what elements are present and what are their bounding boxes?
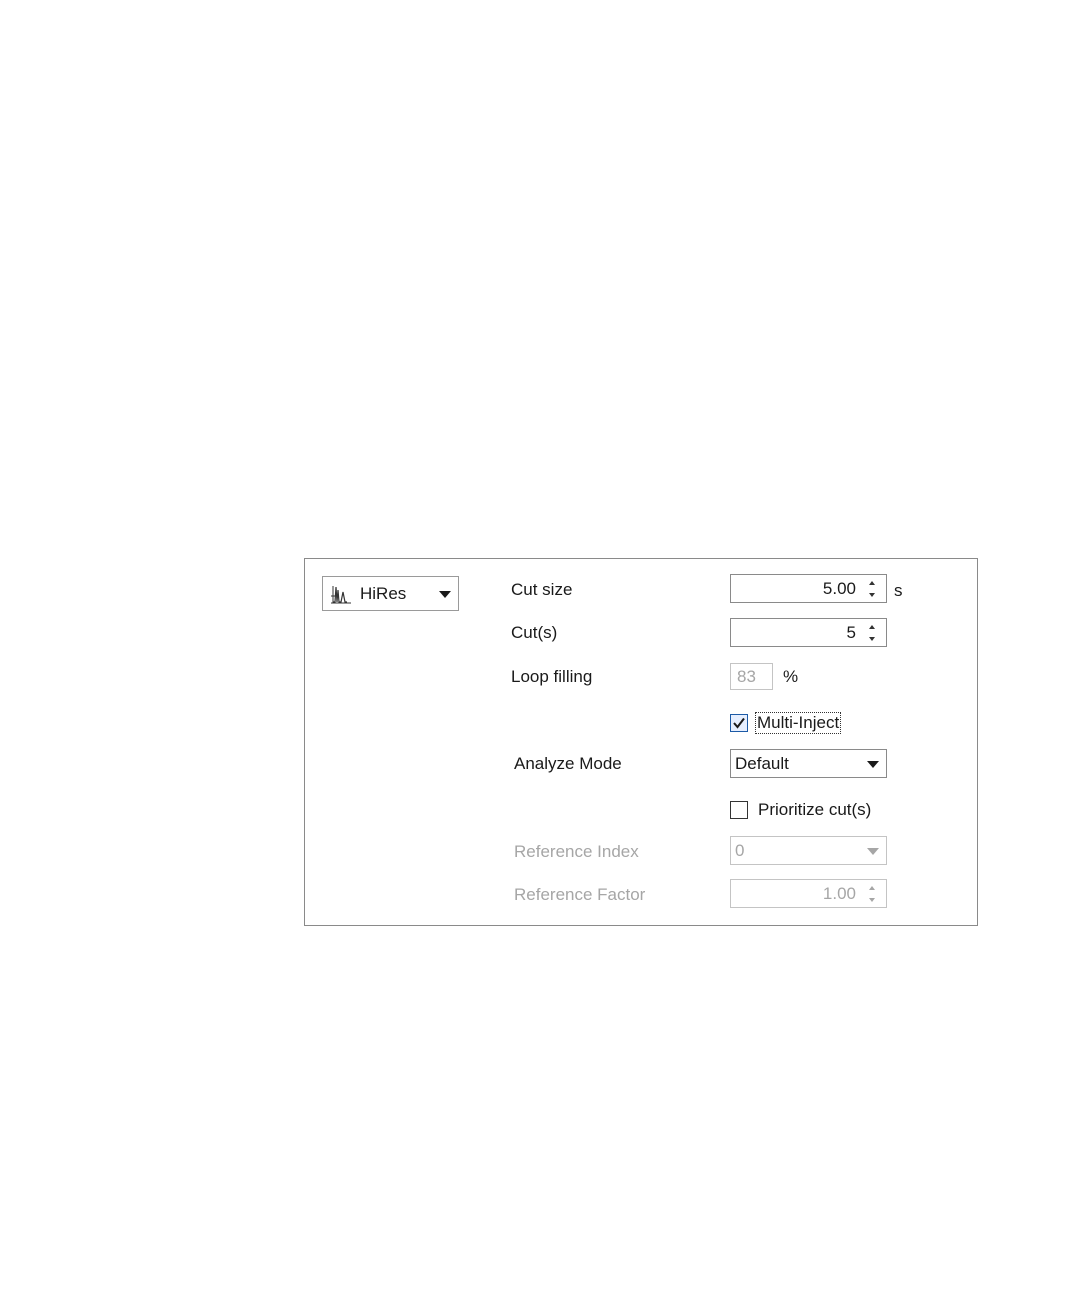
reference-factor-value: 1.00	[822, 884, 856, 903]
chevron-down-icon	[867, 848, 879, 855]
multi-inject-label[interactable]: Multi-Inject	[754, 712, 842, 734]
reference-index-select: 0	[730, 836, 887, 865]
spin-down-icon[interactable]	[869, 593, 875, 597]
spin-up-icon	[869, 886, 875, 890]
spin-up-icon[interactable]	[869, 625, 875, 629]
chevron-down-icon	[439, 591, 451, 598]
prioritize-cuts-label[interactable]: Prioritize cut(s)	[758, 800, 871, 820]
prioritize-cuts-checkbox[interactable]	[730, 801, 748, 819]
reference-factor-input: 1.00	[730, 879, 887, 908]
cuts-spinner[interactable]	[869, 623, 877, 643]
loop-filling-field: 83	[730, 663, 773, 690]
spin-up-icon[interactable]	[869, 581, 875, 585]
checkmark-icon	[733, 717, 745, 729]
cuts-label: Cut(s)	[511, 623, 558, 642]
multi-inject-checkbox[interactable]	[730, 714, 748, 732]
spin-down-icon[interactable]	[869, 637, 875, 641]
reference-index-value: 0	[735, 841, 745, 860]
cut-size-unit: s	[894, 581, 903, 600]
analyze-mode-select[interactable]: Default	[730, 749, 887, 778]
cut-size-input[interactable]: 5.00	[730, 574, 887, 603]
mode-dropdown-value: HiRes	[360, 584, 407, 603]
cut-size-value: 5.00	[822, 579, 856, 598]
loop-filling-value: 83	[737, 667, 756, 686]
chromatogram-peaks-icon	[331, 586, 351, 604]
reference-factor-spinner	[869, 884, 877, 904]
cut-size-spinner[interactable]	[869, 579, 877, 599]
cuts-input[interactable]: 5	[730, 618, 887, 647]
analyze-mode-value: Default	[735, 754, 789, 773]
cut-size-label: Cut size	[511, 580, 573, 599]
chevron-down-icon	[867, 761, 879, 768]
cuts-value: 5	[846, 623, 856, 642]
mode-dropdown[interactable]: HiRes	[322, 576, 459, 611]
loop-filling-unit: %	[783, 667, 799, 686]
spin-down-icon	[869, 898, 875, 902]
hires-settings-panel: HiRes Cut size 5.00 s Cut(s) 5 Loop fill…	[304, 558, 978, 926]
reference-factor-label: Reference Factor	[514, 885, 646, 904]
analyze-mode-label: Analyze Mode	[514, 754, 622, 773]
loop-filling-label: Loop filling	[511, 667, 593, 686]
reference-index-label: Reference Index	[514, 842, 639, 861]
